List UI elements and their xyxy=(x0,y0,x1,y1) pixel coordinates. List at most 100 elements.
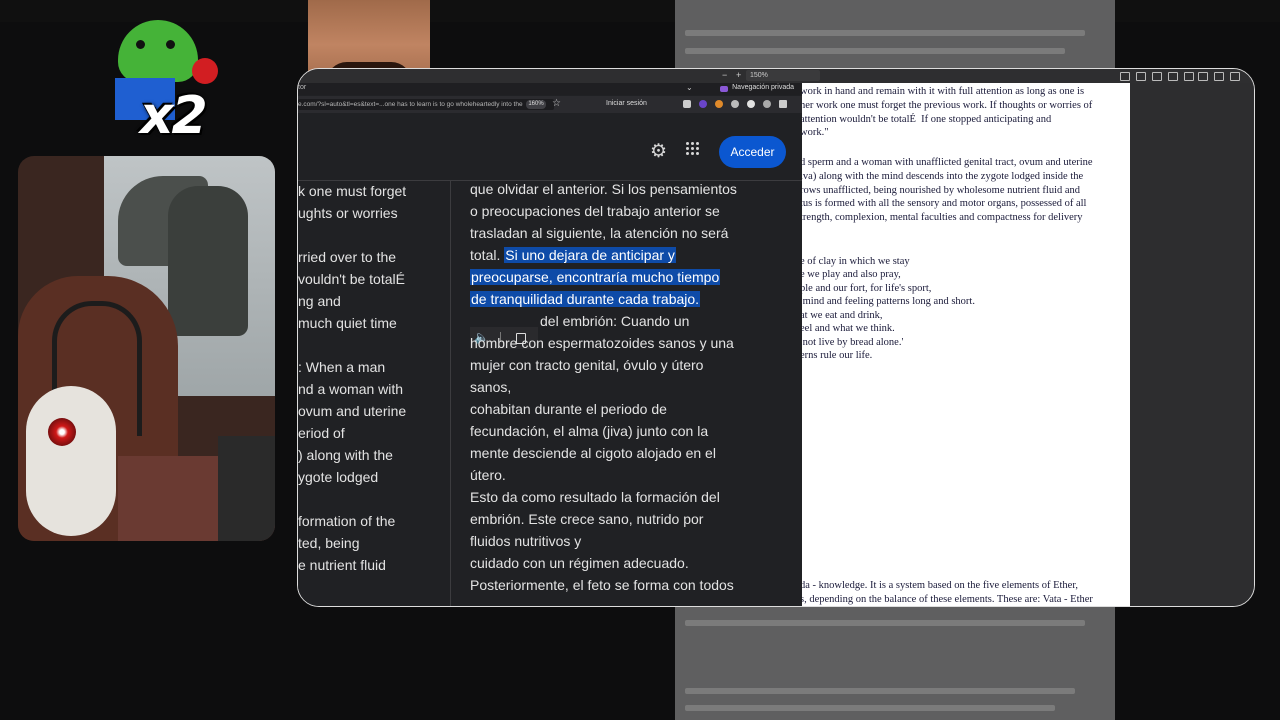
translation-line: que olvidar el anterior. Si los pensamie… xyxy=(470,181,737,197)
pdf-line: s, depending on the balance of these ele… xyxy=(800,594,1093,605)
sign-in-button[interactable]: Iniciar sesión xyxy=(606,100,647,107)
source-line: much quiet time xyxy=(298,315,397,331)
translation-line: o preocupaciones del trabajo anterior se xyxy=(470,203,720,219)
comment-icon[interactable] xyxy=(1120,72,1130,81)
browser-window: tor ⌄ Navegación privada e.com/?sl=auto&… xyxy=(298,83,802,606)
source-line: eriod of xyxy=(298,425,345,441)
extension-icons xyxy=(683,100,793,109)
translation-line: mente desciende al cigoto alojado en el xyxy=(470,445,716,461)
tab-bar: tor ⌄ Navegación privada xyxy=(298,83,802,95)
translation-line: cohabitan durante el periodo de xyxy=(470,401,667,417)
extension-icon[interactable] xyxy=(715,100,723,108)
frog-rose-emote: x2 xyxy=(110,10,230,150)
private-browsing-label: Navegación privada xyxy=(732,84,794,91)
menu-icon[interactable] xyxy=(779,100,787,108)
pdf-line: iva) along with the mind descends into t… xyxy=(800,171,1084,182)
extension-icon[interactable] xyxy=(731,100,739,108)
source-line: ygote lodged xyxy=(298,469,379,485)
extension-icon[interactable] xyxy=(747,100,755,108)
source-line: ng and xyxy=(298,293,341,309)
pdf-line: e we play and also pray, xyxy=(800,269,901,280)
webcam-overlay xyxy=(18,156,275,541)
translation-line: fecundación, el alma (jiva) junto con la xyxy=(470,423,709,439)
source-line: formation of the xyxy=(298,513,396,529)
zoom-in-button[interactable]: + xyxy=(736,70,741,81)
apps-grid-icon[interactable] xyxy=(686,142,700,156)
highlight-icon[interactable] xyxy=(1152,72,1162,81)
pdf-line: her work one must forget the previous wo… xyxy=(800,100,1093,111)
translation-panel[interactable]: que olvidar el anterior. Si los pensamie… xyxy=(470,181,770,606)
screen-capture: − + 150% work in hand and remain with it… xyxy=(297,68,1255,607)
text-tool-icon[interactable] xyxy=(1168,72,1178,81)
pdf-line: attention wouldn't be totalÉ If one stop… xyxy=(800,114,1052,125)
source-line: e nutrient fluid xyxy=(298,557,386,573)
pdf-line: work." xyxy=(800,127,829,138)
translation-line: Esto da como resultado la formación del xyxy=(470,489,720,505)
chevron-down-icon[interactable]: ⌄ xyxy=(686,83,693,92)
zoom-indicator[interactable]: 160% xyxy=(526,100,546,109)
tab-title[interactable]: tor xyxy=(298,84,306,91)
home-icon[interactable] xyxy=(683,100,691,108)
source-line: : When a man xyxy=(298,359,386,375)
pdf-zoom-select[interactable]: 150% xyxy=(746,70,820,81)
extension-icon[interactable] xyxy=(699,100,707,108)
pdf-toolbar: − + 150% xyxy=(298,69,1254,83)
source-text-panel[interactable]: k one must forget ughts or worries rried… xyxy=(298,181,451,606)
print-icon[interactable] xyxy=(1214,72,1224,81)
pdf-line: work in hand and remain with it with ful… xyxy=(800,86,1085,97)
translate-header: ⚙ Acceder xyxy=(298,114,802,181)
pdf-line: mind and feeling patterns long and short… xyxy=(800,296,975,307)
source-line: ovum and uterine xyxy=(298,403,407,419)
pdf-side-panel xyxy=(1130,83,1254,606)
translation-line: total. Si uno dejara de anticipar y xyxy=(470,247,676,263)
source-line: ted, being xyxy=(298,535,360,551)
translation-text: total. xyxy=(470,247,505,263)
source-line: ughts or worries xyxy=(298,205,398,221)
selected-text[interactable]: Si uno dejara de anticipar y xyxy=(504,247,676,263)
zoom-out-button[interactable]: − xyxy=(722,70,727,81)
url-bar: e.com/?sl=auto&tl=es&text=...one has to … xyxy=(298,96,802,113)
emote-multiplier: x2 xyxy=(140,86,208,146)
translation-line: útero. xyxy=(470,467,506,483)
source-line: rried over to the xyxy=(298,249,397,265)
text-select-icon[interactable] xyxy=(1136,72,1146,81)
translation-line: de tranquilidad durante cada trabajo. xyxy=(470,291,701,307)
gear-icon[interactable]: ⚙ xyxy=(650,140,667,163)
pdf-line: erns rule our life. xyxy=(800,350,873,361)
translation-line: hombre con espermatozoides sanos y una xyxy=(470,335,734,351)
address-input[interactable]: e.com/?sl=auto&tl=es&text=...one has to … xyxy=(298,99,554,110)
save-icon[interactable] xyxy=(1230,72,1240,81)
source-line: k one must forget xyxy=(298,183,407,199)
pdf-line: tus is formed with all the sensory and m… xyxy=(800,198,1087,209)
pdf-line: e of clay in which we stay xyxy=(800,256,910,267)
pdf-line: trength, complexion, mental faculties an… xyxy=(800,212,1083,223)
translation-line: trasladan al siguiente, la atención no s… xyxy=(470,225,729,241)
pdf-line: eel and what we think. xyxy=(800,323,895,334)
sign-in-button[interactable]: Acceder xyxy=(719,136,786,168)
pdf-line: at we eat and drink, xyxy=(800,310,883,321)
source-line: vouldn't be totalÉ xyxy=(298,271,405,287)
pdf-line: not live by bread alone.' xyxy=(800,337,904,348)
pdf-line: ple and our fort, for life's sport, xyxy=(800,283,932,294)
translation-line: mujer con tracto genital, óvulo y útero xyxy=(470,357,704,373)
translation-line: Posteriormente, el feto se forma con tod… xyxy=(470,577,734,593)
source-line: ) along with the xyxy=(298,447,393,463)
translation-line: del embrión: Cuando un xyxy=(540,313,690,329)
bookmark-star-icon[interactable]: ☆ xyxy=(552,98,561,109)
translation-line: preocuparse, encontraría mucho tiempo xyxy=(470,269,721,285)
translation-line: embrión. Este crece sano, nutrido por xyxy=(470,511,704,527)
private-mask-icon xyxy=(720,86,728,92)
draw-icon[interactable] xyxy=(1184,72,1194,81)
translation-line: cuidado con un régimen adecuado. xyxy=(470,555,689,571)
selected-text[interactable]: preocuparse, encontraría mucho tiempo xyxy=(470,269,721,285)
source-line: nd a woman with xyxy=(298,381,404,397)
pdf-line: rows unafflicted, being nourished by who… xyxy=(800,185,1081,196)
selected-text[interactable]: de tranquilidad durante cada trabajo. xyxy=(470,291,701,307)
translation-line: sanos, xyxy=(470,379,512,395)
translation-line: fluidos nutritivos y xyxy=(470,533,582,549)
pdf-line: d sperm and a woman with unafflicted gen… xyxy=(800,157,1093,168)
pdf-page: work in hand and remain with it with ful… xyxy=(800,83,1130,606)
cloud-icon[interactable] xyxy=(763,100,771,108)
image-icon[interactable] xyxy=(1198,72,1208,81)
pdf-line: da - knowledge. It is a system based on … xyxy=(800,580,1079,591)
